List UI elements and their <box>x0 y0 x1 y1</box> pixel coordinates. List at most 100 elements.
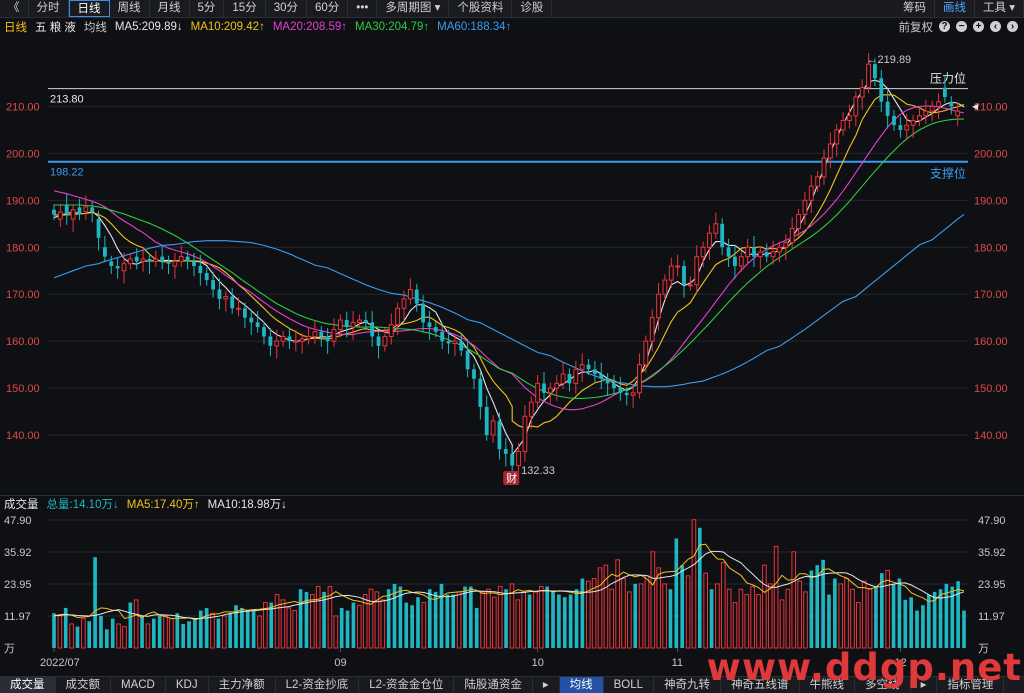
volume-title: 成交量 <box>4 496 39 512</box>
candle-down <box>612 383 616 388</box>
toolbar-right-0[interactable]: 筹码 <box>895 0 935 17</box>
indicator-tab-9[interactable]: 均线 <box>560 677 604 693</box>
volume-bar-down <box>903 600 907 648</box>
candle-up <box>701 247 705 256</box>
stock-name: 五 粮 液 <box>35 19 76 35</box>
indicator-tab-1[interactable]: 成交额 <box>56 677 112 693</box>
volume-bar-down <box>240 608 244 648</box>
vol-tick-right: 11.97 <box>978 611 1005 623</box>
volume-bar-up <box>481 592 485 648</box>
period-tab-10[interactable]: 个股资料 <box>449 0 512 17</box>
toolbar-right-1[interactable]: 画线 <box>935 0 975 17</box>
candle-down <box>459 341 463 350</box>
resistance-price: 213.80 <box>50 94 84 106</box>
y-tick-right: 170.00 <box>974 289 1008 301</box>
volume-bar-up <box>663 584 667 648</box>
period-tab-4[interactable]: 5分 <box>190 0 225 17</box>
volume-bar-up <box>82 619 86 648</box>
volume-bar-up <box>275 595 279 648</box>
candle-up <box>809 186 813 200</box>
candle-down <box>65 205 69 214</box>
volume-bar-up <box>768 584 772 648</box>
volume-bar-down <box>833 579 837 648</box>
period-tab-6[interactable]: 30分 <box>266 0 307 17</box>
volume-bar-up <box>851 589 855 648</box>
vol-tick-right: 47.90 <box>978 515 1006 527</box>
vol-unit-left: 万 <box>4 643 15 655</box>
candle-up <box>918 116 922 121</box>
candle-up <box>778 247 782 252</box>
candle-up <box>84 207 88 212</box>
ma-line-ma10 <box>54 95 964 428</box>
candle-down <box>167 261 171 263</box>
candle-down <box>752 247 756 256</box>
y-tick-left: 160.00 <box>6 336 40 348</box>
back-chevron-icon[interactable]: 《 <box>0 0 29 17</box>
line-type-label[interactable]: 均线 <box>84 19 107 35</box>
volume-bar-down <box>434 592 438 648</box>
volume-bar-down <box>52 613 56 648</box>
indicator-tab-0[interactable]: 成交量 <box>0 677 56 693</box>
volume-bar-up <box>222 616 226 648</box>
candle-up <box>332 329 336 341</box>
candle-down <box>879 78 883 101</box>
indicator-tab-10[interactable]: BOLL <box>604 677 654 693</box>
volume-bar-down <box>921 605 925 648</box>
indicator-tab-8[interactable]: ▸ <box>533 677 560 693</box>
period-tab-9[interactable]: 多周期图 ▾ <box>377 0 449 17</box>
indicator-tab-2[interactable]: MACD <box>111 677 166 693</box>
volume-bar-down <box>217 619 221 648</box>
period-tab-2[interactable]: 周线 <box>110 0 150 17</box>
next-icon[interactable]: › <box>1007 21 1018 32</box>
volume-bar-down <box>410 605 414 648</box>
period-tab-8[interactable]: ••• <box>348 0 377 17</box>
period-tab-1[interactable]: 日线 <box>69 0 110 17</box>
candle-down <box>90 207 94 212</box>
volume-bar-down <box>898 579 902 648</box>
help-icon[interactable]: ? <box>939 21 950 32</box>
volume-bar-down <box>99 616 103 648</box>
ma-legend-1: MA10:209.42↑ <box>191 21 265 33</box>
candle-up <box>574 369 578 383</box>
volume-bar-up <box>792 552 796 648</box>
period-tab-7[interactable]: 60分 <box>307 0 348 17</box>
candle-up <box>179 257 183 262</box>
candle-down <box>625 393 629 395</box>
candle-up <box>650 318 654 341</box>
indicator-tab-4[interactable]: 主力净额 <box>209 677 276 693</box>
volume-bar-up <box>493 597 497 648</box>
candle-down <box>943 88 947 97</box>
ma-line-ma20 <box>54 106 964 410</box>
candle-up <box>924 111 928 116</box>
volume-bar-down <box>111 619 115 648</box>
volume-bar-down <box>962 611 966 648</box>
indicator-tab-6[interactable]: L2-资金金仓位 <box>359 677 454 693</box>
volume-bar-up <box>716 584 720 648</box>
candlestick-chart[interactable]: 210.00210.00200.00200.00190.00190.00180.… <box>0 36 1024 494</box>
zoom-out-icon[interactable]: − <box>956 21 967 32</box>
candle-up <box>408 290 412 299</box>
indicator-tab-5[interactable]: L2-资金抄底 <box>276 677 360 693</box>
candle-down <box>510 454 514 466</box>
candle-down <box>97 219 101 238</box>
adjust-dropdown[interactable]: 前复权 <box>899 19 934 35</box>
x-label: 10 <box>532 657 544 669</box>
volume-bar-up <box>170 619 174 648</box>
period-tab-3[interactable]: 月线 <box>150 0 190 17</box>
prev-icon[interactable]: ‹ <box>990 21 1001 32</box>
ma-legend-bar: 日线五 粮 液均线MA5:209.89↓MA10:209.42↑MA20:208… <box>0 18 1024 35</box>
y-tick-left: 190.00 <box>6 195 40 207</box>
volume-bar-up <box>146 624 150 648</box>
volume-bar-down <box>669 589 673 648</box>
period-tab-11[interactable]: 诊股 <box>512 0 552 17</box>
volume-total: 总量:14.10万↓ <box>47 496 119 512</box>
volume-bar-up <box>522 592 526 648</box>
volume-bar-up <box>780 600 784 648</box>
indicator-tab-3[interactable]: KDJ <box>166 677 209 693</box>
period-tab-0[interactable]: 分时 <box>29 0 69 17</box>
toolbar-right-2[interactable]: 工具 ▾ <box>975 0 1024 17</box>
indicator-tab-7[interactable]: 陆股通资金 <box>454 677 533 693</box>
candle-down <box>727 247 731 256</box>
period-tab-5[interactable]: 15分 <box>224 0 265 17</box>
zoom-in-icon[interactable]: + <box>973 21 984 32</box>
